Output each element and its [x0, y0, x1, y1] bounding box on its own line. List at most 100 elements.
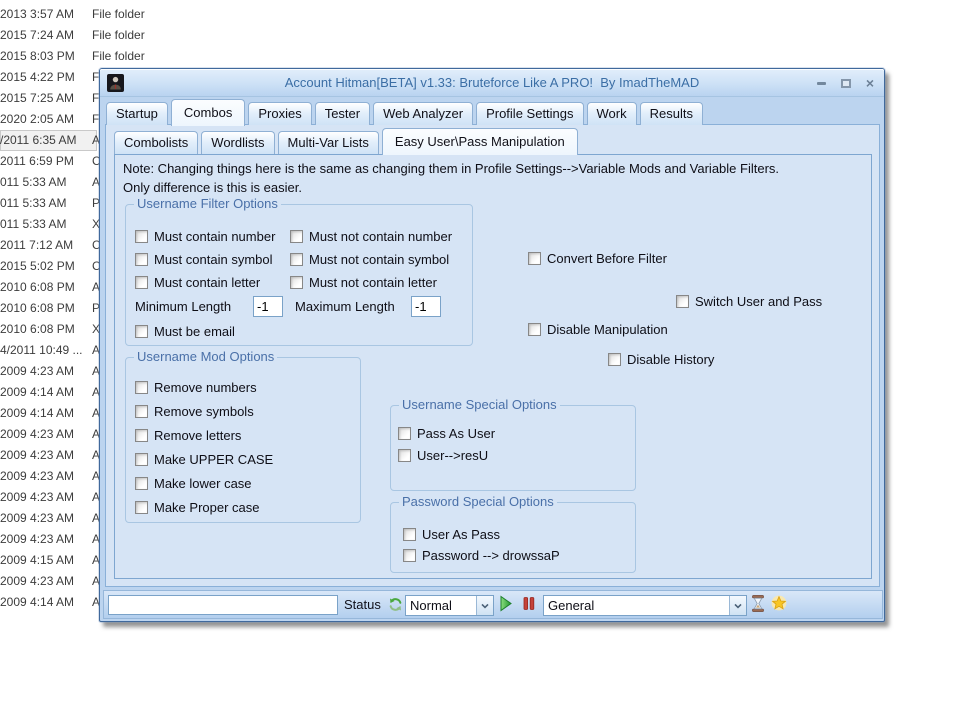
main-tab[interactable]: Work	[587, 102, 637, 125]
group-title: Username Mod Options	[134, 349, 277, 364]
checkbox-label: Disable Manipulation	[547, 322, 668, 337]
main-tab-strip: Startup Combos Proxies Tester Web Analyz…	[106, 97, 703, 125]
filter-checkbox-option[interactable]: Must contain symbol	[135, 252, 290, 267]
checkbox[interactable]	[290, 253, 303, 266]
checkbox[interactable]	[290, 276, 303, 289]
window-title: Account Hitman[BETA] v1.33: Bruteforce L…	[100, 69, 884, 97]
group-title: Username Special Options	[399, 397, 560, 412]
minimum-length-input[interactable]	[253, 296, 283, 317]
mode-dropdown[interactable]: Normal	[405, 595, 494, 616]
play-icon[interactable]	[498, 595, 513, 612]
mod-checkbox-option[interactable]: Remove symbols	[135, 404, 360, 419]
checkbox-label: User-->resU	[417, 448, 488, 463]
file-modified-date: 011 5:33 AM	[0, 172, 67, 193]
note-line-2: Only difference is this is easier.	[123, 178, 779, 197]
checkbox[interactable]	[135, 453, 148, 466]
username-special-option[interactable]: User-->resU	[398, 448, 635, 463]
disable-history-option[interactable]: Disable History	[608, 352, 714, 367]
main-tab[interactable]: Tester	[315, 102, 370, 125]
checkbox[interactable]	[403, 528, 416, 541]
filter-checkbox-option[interactable]: Must contain letter	[135, 275, 290, 290]
filter-checkbox-option[interactable]: Must not contain letter	[290, 275, 472, 290]
app-logo-icon	[107, 74, 124, 92]
checkbox[interactable]	[403, 549, 416, 562]
minimize-button[interactable]	[817, 82, 826, 85]
mode-dropdown-value: Normal	[406, 596, 476, 615]
checkbox[interactable]	[608, 353, 621, 366]
sub-tab[interactable]: Wordlists	[201, 131, 274, 154]
checkbox[interactable]	[135, 325, 148, 338]
filter-checkbox-option[interactable]: Must contain number	[135, 229, 290, 244]
sub-tab[interactable]: Multi-Var Lists	[278, 131, 379, 154]
username-special-options-group: Username Special Options Pass As User Us…	[390, 405, 636, 491]
filter-checkbox-option[interactable]: Must not contain number	[290, 229, 472, 244]
pause-icon[interactable]	[523, 597, 535, 610]
profile-dropdown[interactable]: General	[543, 595, 747, 616]
checkbox-label: Must not contain number	[309, 229, 452, 244]
checkbox[interactable]	[135, 429, 148, 442]
checkbox[interactable]	[135, 477, 148, 490]
checkbox-label: Must contain letter	[154, 275, 260, 290]
status-text-input[interactable]	[108, 595, 338, 615]
file-modified-date: 2009 4:14 AM	[0, 403, 74, 424]
main-tab[interactable]: Startup	[106, 102, 168, 125]
main-tab[interactable]: Profile Settings	[476, 102, 583, 125]
filter-checkbox-option[interactable]: Must not contain symbol	[290, 252, 472, 267]
sub-tab[interactable]: Easy User\Pass Manipulation	[382, 128, 578, 155]
file-row[interactable]: 2015 7:24 AM File folder	[0, 25, 200, 46]
file-row[interactable]: 2013 3:57 AM File folder	[0, 4, 200, 25]
close-button[interactable]: ×	[866, 76, 874, 90]
checkbox-label: Make UPPER CASE	[154, 452, 273, 467]
mod-checkbox-option[interactable]: Remove numbers	[135, 380, 360, 395]
convert-before-filter-option[interactable]: Convert Before Filter	[528, 251, 667, 266]
checkbox[interactable]	[676, 295, 689, 308]
checkbox-label: Must not contain symbol	[309, 252, 449, 267]
file-modified-date: 2009 4:23 AM	[0, 424, 74, 445]
file-modified-date: 2009 4:23 AM	[0, 466, 74, 487]
password-special-option[interactable]: User As Pass	[403, 527, 635, 542]
password-special-option[interactable]: Password --> drowssaP	[403, 548, 635, 563]
title-bar[interactable]: Account Hitman[BETA] v1.33: Bruteforce L…	[100, 69, 884, 97]
chevron-down-icon[interactable]	[476, 596, 493, 615]
file-row[interactable]: 2015 8:03 PM File folder	[0, 46, 200, 67]
refresh-icon[interactable]	[388, 597, 403, 612]
checkbox-label: Must be email	[154, 324, 235, 339]
main-tab[interactable]: Combos	[171, 99, 245, 126]
profile-dropdown-value: General	[544, 596, 729, 615]
checkbox[interactable]	[135, 381, 148, 394]
maximize-button[interactable]	[841, 79, 851, 88]
disable-manipulation-option[interactable]: Disable Manipulation	[528, 322, 668, 337]
mod-checkbox-option[interactable]: Make lower case	[135, 476, 360, 491]
password-special-options-group: Password Special Options User As Pass Pa…	[390, 502, 636, 573]
star-icon[interactable]	[771, 595, 787, 611]
hourglass-icon[interactable]	[752, 595, 764, 612]
file-modified-date: 2011 7:12 AM	[0, 235, 73, 256]
mod-checkbox-option[interactable]: Make Proper case	[135, 500, 360, 515]
app-window: Account Hitman[BETA] v1.33: Bruteforce L…	[99, 68, 885, 622]
checkbox[interactable]	[398, 449, 411, 462]
switch-user-and-pass-option[interactable]: Switch User and Pass	[676, 294, 822, 309]
main-tab[interactable]: Results	[640, 102, 703, 125]
file-row[interactable]: /2011 6:35 AM A	[0, 130, 97, 151]
checkbox[interactable]	[398, 427, 411, 440]
sub-tab[interactable]: Combolists	[114, 131, 198, 154]
username-filter-options-group: Username Filter Options Must contain num…	[125, 204, 473, 346]
file-modified-date: 2009 4:23 AM	[0, 487, 74, 508]
checkbox[interactable]	[135, 230, 148, 243]
main-tab[interactable]: Web Analyzer	[373, 102, 473, 125]
main-tab[interactable]: Proxies	[248, 102, 311, 125]
mod-checkbox-option[interactable]: Make UPPER CASE	[135, 452, 360, 467]
maximum-length-input[interactable]	[411, 296, 441, 317]
checkbox[interactable]	[135, 501, 148, 514]
checkbox-label: User As Pass	[422, 527, 500, 542]
mod-checkbox-option[interactable]: Remove letters	[135, 428, 360, 443]
checkbox[interactable]	[135, 253, 148, 266]
checkbox[interactable]	[135, 276, 148, 289]
checkbox[interactable]	[135, 405, 148, 418]
checkbox[interactable]	[528, 252, 541, 265]
username-special-option[interactable]: Pass As User	[398, 426, 635, 441]
must-be-email-option[interactable]: Must be email	[135, 324, 472, 339]
checkbox[interactable]	[290, 230, 303, 243]
checkbox[interactable]	[528, 323, 541, 336]
chevron-down-icon[interactable]	[729, 596, 746, 615]
